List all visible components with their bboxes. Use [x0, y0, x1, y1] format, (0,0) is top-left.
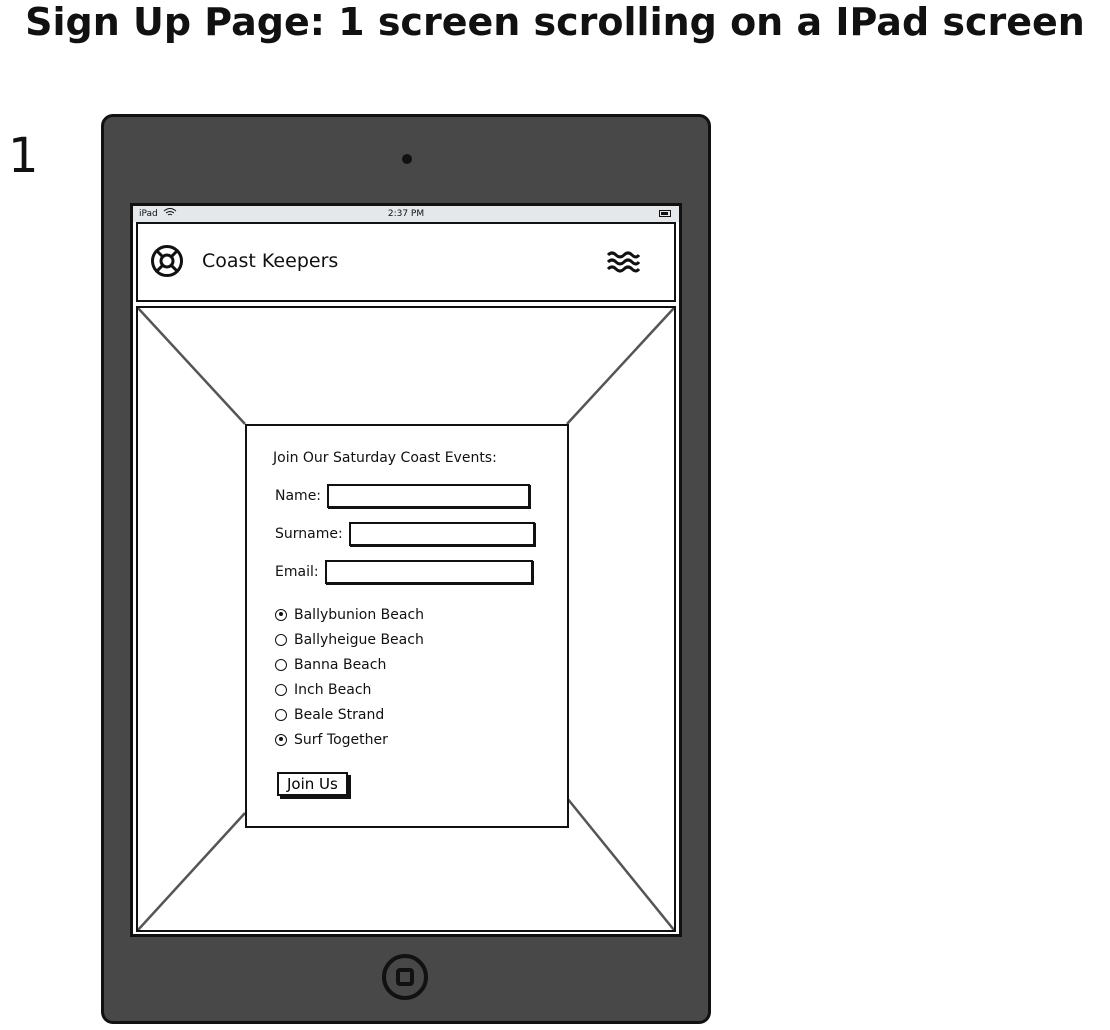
- status-time: 2:37 PM: [387, 209, 425, 219]
- name-field-row: Name:: [275, 484, 531, 508]
- camera-icon: [402, 154, 412, 164]
- email-label: Email:: [275, 564, 319, 580]
- waves-menu-icon[interactable]: [606, 250, 641, 278]
- radio-label: Surf Together: [294, 731, 388, 748]
- surname-label: Surname:: [275, 526, 343, 542]
- radio-button[interactable]: [275, 608, 287, 621]
- form-heading: Join Our Saturday Coast Events:: [273, 450, 497, 466]
- join-us-button[interactable]: Join Us: [277, 772, 348, 796]
- radio-label: Ballybunion Beach: [294, 606, 425, 623]
- radio-label: Beale Strand: [294, 706, 385, 723]
- radio-label: Inch Beach: [294, 681, 372, 698]
- home-button-icon[interactable]: [382, 954, 428, 1000]
- brand-name[interactable]: Coast Keepers: [202, 248, 338, 274]
- radio-option-ballyheigue[interactable]: Ballyheigue Beach: [275, 627, 424, 652]
- signup-form: Join Our Saturday Coast Events: Name: Su…: [245, 424, 569, 828]
- frame-number: 1: [8, 128, 39, 184]
- email-input[interactable]: [324, 560, 533, 584]
- radio-option-ballybunion[interactable]: Ballybunion Beach: [275, 602, 424, 627]
- radio-button[interactable]: [275, 658, 287, 671]
- radio-label: Ballyheigue Beach: [294, 631, 424, 648]
- radio-option-inch[interactable]: Inch Beach: [275, 677, 424, 702]
- radio-button[interactable]: [275, 733, 287, 746]
- surname-field-row: Surname:: [275, 522, 535, 546]
- name-input[interactable]: [327, 484, 531, 508]
- radio-button[interactable]: [275, 683, 287, 696]
- ipad-device-frame: iPad 2:37 PM Coast Keepers Join Our Satu…: [101, 114, 711, 1024]
- radio-button[interactable]: [275, 633, 287, 646]
- name-label: Name:: [275, 488, 322, 504]
- radio-option-banna[interactable]: Banna Beach: [275, 652, 424, 677]
- radio-option-surf-together[interactable]: Surf Together: [275, 727, 424, 752]
- page-title: Sign Up Page: 1 screen scrolling on a IP…: [25, 0, 1085, 44]
- radio-button[interactable]: [275, 708, 287, 721]
- beach-radio-group: Ballybunion Beach Ballyheigue Beach Bann…: [275, 602, 424, 752]
- hero-image-placeholder: Join Our Saturday Coast Events: Name: Su…: [136, 306, 676, 932]
- battery-icon: [659, 210, 671, 217]
- surname-input[interactable]: [348, 522, 535, 546]
- lifebuoy-icon[interactable]: [150, 244, 184, 282]
- radio-option-beale[interactable]: Beale Strand: [275, 702, 424, 727]
- email-field-row: Email:: [275, 560, 533, 584]
- navbar: Coast Keepers: [136, 222, 676, 302]
- ipad-screen: iPad 2:37 PM Coast Keepers Join Our Satu…: [130, 203, 682, 937]
- status-bar: iPad 2:37 PM: [133, 206, 679, 222]
- radio-label: Banna Beach: [294, 656, 387, 673]
